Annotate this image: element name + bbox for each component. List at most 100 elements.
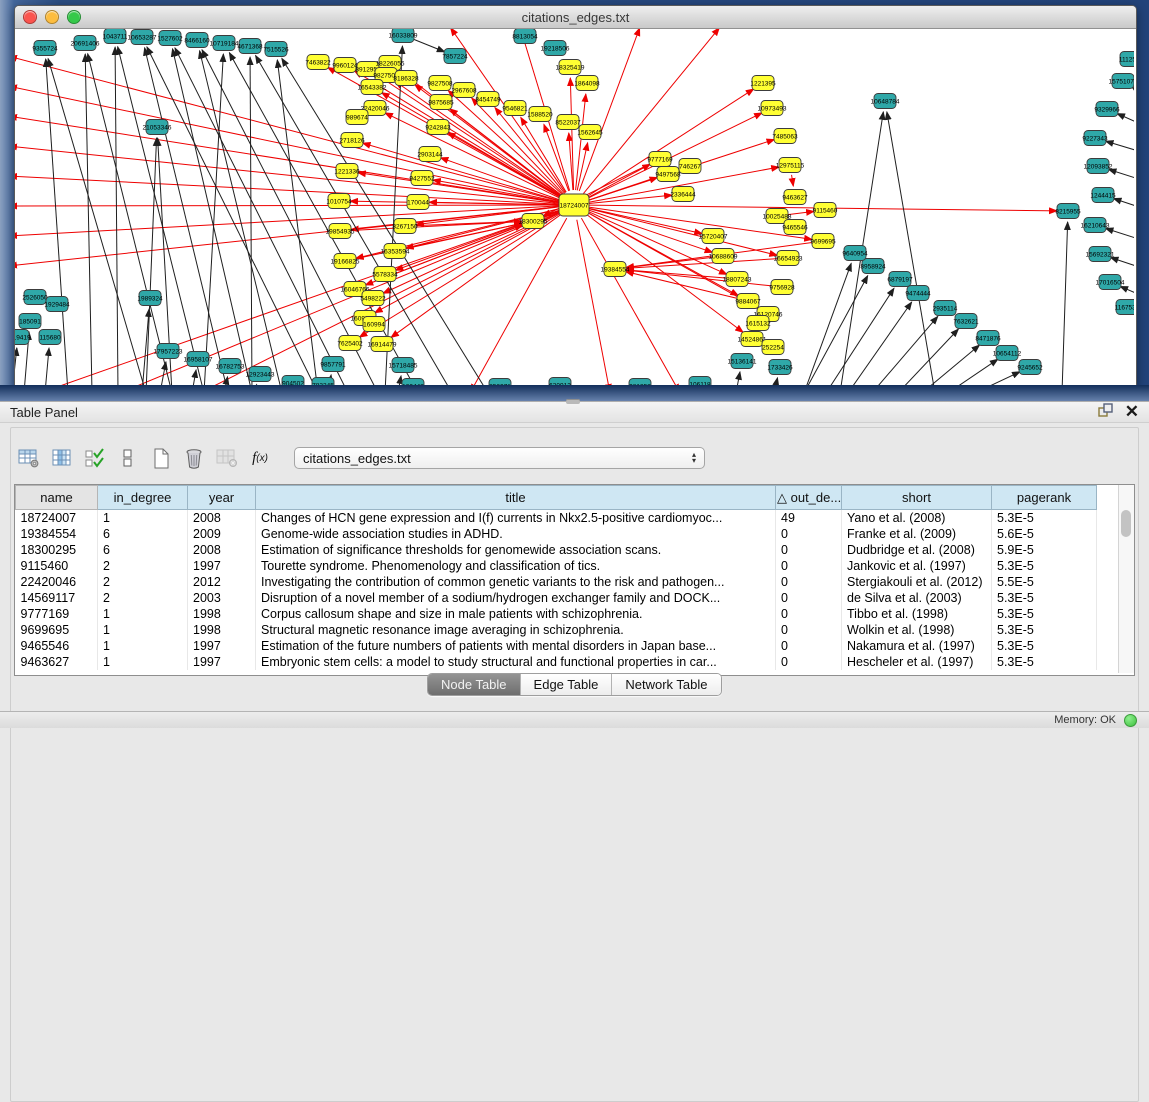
table-cell[interactable]: Estimation of significance thresholds fo…	[256, 542, 776, 558]
graph-node[interactable]: 15751074	[1109, 74, 1134, 89]
table-cell[interactable]: Genome-wide association studies in ADHD.	[256, 526, 776, 542]
graph-edge[interactable]	[826, 288, 894, 387]
graph-edge[interactable]	[15, 56, 559, 201]
graph-node[interactable]: 1244415	[1090, 188, 1116, 203]
graph-edge[interactable]	[204, 54, 223, 387]
graph-node[interactable]: 7632621	[953, 314, 979, 329]
graph-edge[interactable]	[412, 39, 445, 52]
graph-edge[interactable]	[577, 220, 610, 387]
graph-node[interactable]: 4671368	[237, 39, 263, 54]
graph-edge[interactable]	[15, 206, 559, 236]
create-table-button[interactable]	[148, 446, 174, 470]
table-cell[interactable]: 5.3E-5	[992, 654, 1097, 670]
graph-node[interactable]: 9827508	[427, 76, 453, 91]
table-cell[interactable]: 5.3E-5	[992, 622, 1097, 638]
graph-node[interactable]: 9875685	[428, 95, 454, 110]
graph-node[interactable]: 16353594	[381, 244, 410, 259]
network-window-titlebar[interactable]: citations_edges.txt	[15, 6, 1136, 29]
graph-node[interactable]: 1864098	[574, 76, 600, 91]
table-cell[interactable]: 9115460	[16, 558, 98, 574]
column-header-year[interactable]: year	[188, 486, 256, 510]
graph-edge[interactable]	[1120, 286, 1134, 297]
table-row[interactable]: 1456911722003Disruption of a novel membe…	[16, 590, 1097, 606]
graph-node[interactable]: 17957223	[154, 344, 183, 359]
graph-edge[interactable]	[1113, 198, 1134, 209]
graph-node[interactable]: 2935114	[933, 301, 958, 316]
graph-node[interactable]: 15718485	[389, 358, 418, 373]
split-divider-grip[interactable]	[566, 399, 580, 404]
graph-edge[interactable]	[887, 112, 935, 387]
table-row[interactable]: 977716911998Corpus callosum shape and si…	[16, 606, 1097, 622]
graph-node[interactable]: 2336444	[670, 187, 696, 202]
table-cell[interactable]: Estimation of the future numbers of pati…	[256, 638, 776, 654]
graph-node[interactable]: 9427552	[409, 171, 435, 186]
table-cell[interactable]: Yano et al. (2008)	[842, 510, 992, 527]
scrollbar-thumb[interactable]	[1121, 510, 1131, 537]
graph-node[interactable]: 1615132	[745, 316, 771, 331]
table-cell[interactable]: 1997	[188, 654, 256, 670]
graph-edge[interactable]	[1108, 169, 1134, 181]
function-builder-button[interactable]: f(x)	[247, 446, 273, 470]
graph-node[interactable]: 8454749	[475, 92, 501, 107]
table-cell[interactable]: 0	[776, 638, 842, 654]
table-cell[interactable]: 1997	[188, 558, 256, 574]
graph-edge[interactable]	[1117, 113, 1134, 126]
table-cell[interactable]: 1998	[188, 606, 256, 622]
graph-node[interactable]: 9242843	[425, 120, 451, 135]
table-row[interactable]: 1938455462009Genome-wide association stu…	[16, 526, 1097, 542]
graph-node[interactable]: 5578334	[372, 267, 398, 282]
table-cell[interactable]: 0	[776, 574, 842, 590]
table-cell[interactable]: 49	[776, 510, 842, 527]
graph-node[interactable]: 2718126	[339, 133, 365, 148]
table-cell[interactable]: 1	[98, 606, 188, 622]
graph-node[interactable]: 1929484	[44, 297, 70, 312]
graph-edge[interactable]	[415, 221, 522, 225]
table-cell[interactable]: 1	[98, 510, 188, 527]
graph-node[interactable]: 8267150	[392, 219, 418, 234]
graph-node[interactable]: 16210643	[1081, 218, 1110, 233]
graph-node[interactable]: 17016504	[1096, 275, 1125, 290]
table-cell[interactable]: 2	[98, 574, 188, 590]
graph-node[interactable]: 15720407	[699, 229, 728, 244]
table-cell[interactable]: 1998	[188, 622, 256, 638]
table-cell[interactable]: Tourette syndrome. Phenomenology and cla…	[256, 558, 776, 574]
graph-node[interactable]: 10648784	[871, 94, 900, 109]
graph-edge[interactable]	[147, 47, 318, 387]
table-row[interactable]: 1872400712008Changes of HCN gene express…	[16, 510, 1097, 527]
graph-node[interactable]: 9474444	[905, 286, 931, 301]
graph-node[interactable]: 18325419	[556, 60, 585, 75]
graph-node[interactable]: 1588520	[527, 107, 553, 122]
graph-edge[interactable]	[250, 57, 252, 387]
column-header-name[interactable]: name	[16, 486, 98, 510]
table-cell[interactable]: Franke et al. (2009)	[842, 526, 992, 542]
table-cell[interactable]: 9463627	[16, 654, 98, 670]
table-cell[interactable]: Stergiakouli et al. (2012)	[842, 574, 992, 590]
graph-node[interactable]: 10973493	[758, 101, 787, 116]
graph-node[interactable]: 6879197	[887, 272, 913, 287]
table-row[interactable]: 1830029562008Estimation of significance …	[16, 542, 1097, 558]
graph-node[interactable]: 7485063	[772, 129, 798, 144]
table-row[interactable]: 2242004622012Investigating the contribut…	[16, 574, 1097, 590]
graph-node[interactable]: 12975115	[776, 158, 805, 173]
graph-node[interactable]: 8215955	[1055, 204, 1081, 219]
show-columns-button[interactable]	[49, 446, 75, 470]
graph-node[interactable]: 9960124	[332, 58, 358, 73]
graph-edge[interactable]	[589, 209, 778, 256]
table-cell[interactable]: 5.5E-5	[992, 574, 1097, 590]
graph-node[interactable]: 9497568	[655, 167, 681, 182]
table-cell[interactable]: 18300295	[16, 542, 98, 558]
graph-node[interactable]: 160994	[363, 317, 385, 332]
graph-node[interactable]: 1221336	[334, 164, 360, 179]
graph-node[interactable]: 7857224	[442, 49, 468, 64]
table-cell[interactable]: de Silva et al. (2003)	[842, 590, 992, 606]
graph-node[interactable]: 20691406	[71, 36, 100, 51]
table-cell[interactable]: Hescheler et al. (1997)	[842, 654, 992, 670]
graph-node[interactable]: 2903144	[417, 147, 443, 162]
graph-node[interactable]: 9546821	[502, 101, 528, 116]
table-cell[interactable]: 2008	[188, 542, 256, 558]
table-cell[interactable]: Structural magnetic resonance image aver…	[256, 622, 776, 638]
graph-edge[interactable]	[277, 60, 318, 387]
citation-graph[interactable]: 9355724206914061043711106532871527602846…	[15, 29, 1134, 387]
table-cell[interactable]: 0	[776, 590, 842, 606]
graph-edge[interactable]	[1132, 87, 1134, 96]
